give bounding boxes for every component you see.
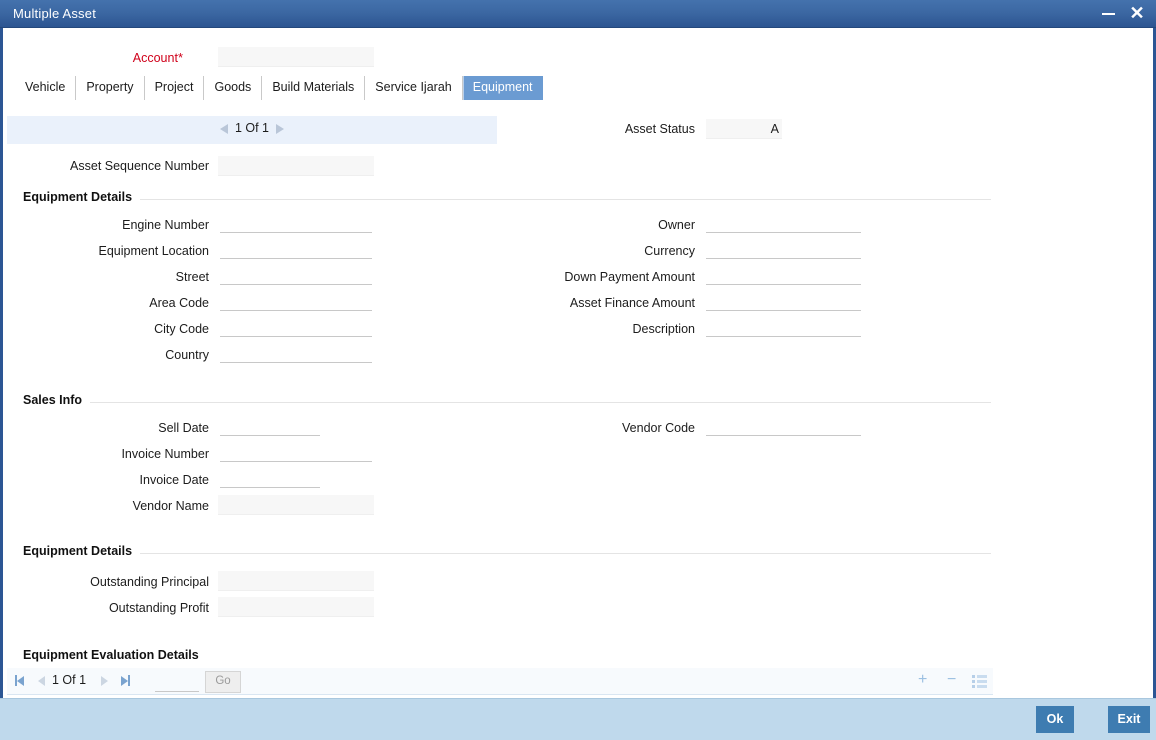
area-code-label: Area Code — [149, 296, 209, 310]
vendor-name-label: Vendor Name — [132, 499, 209, 513]
grid-page-input[interactable] — [155, 674, 199, 692]
section-title-equipment-details-2: Equipment Details — [23, 544, 141, 558]
owner-input[interactable] — [706, 215, 861, 233]
asset-type-tabbar: Vehicle Property Project Goods Build Mat… — [15, 76, 543, 100]
section-title-sales-info: Sales Info — [23, 393, 91, 407]
vendor-code-label: Vendor Code — [622, 421, 695, 435]
currency-label: Currency — [644, 244, 695, 258]
invoice-number-input[interactable] — [220, 444, 372, 462]
dialog-footer: Ok Exit — [0, 698, 1156, 740]
section-divider — [23, 553, 991, 554]
description-input[interactable] — [706, 319, 861, 337]
close-icon[interactable]: ✕ — [1124, 0, 1150, 28]
required-asterisk: * — [177, 50, 183, 65]
ok-button[interactable]: Ok — [1036, 706, 1074, 733]
record-pager: 1 Of 1 — [7, 116, 497, 144]
minimize-icon[interactable] — [1096, 0, 1122, 28]
section-equipment-details-top: Equipment Details — [23, 190, 991, 206]
tab-project[interactable]: Project — [145, 76, 205, 100]
section-divider — [23, 199, 991, 200]
street-label: Street — [175, 270, 209, 284]
section-equipment-evaluation-details: Equipment Evaluation Details — [23, 648, 991, 664]
equipment-location-label: Equipment Location — [98, 244, 210, 258]
section-title-equipment-evaluation-details: Equipment Evaluation Details — [23, 648, 207, 662]
city-code-input[interactable] — [220, 319, 372, 337]
vendor-code-input[interactable] — [706, 418, 861, 436]
asset-status-input[interactable] — [706, 119, 782, 139]
sell-date-input[interactable] — [220, 418, 320, 436]
asset-sequence-number-label: Asset Sequence Number — [70, 159, 209, 173]
asset-sequence-number-input[interactable] — [218, 156, 374, 176]
previous-page-icon[interactable] — [38, 673, 45, 687]
window-titlebar: Multiple Asset ✕ — [0, 0, 1156, 28]
tab-service-ijarah[interactable]: Service Ijarah — [365, 76, 463, 100]
invoice-number-label: Invoice Number — [121, 447, 209, 461]
outstanding-profit-label: Outstanding Profit — [108, 601, 209, 615]
add-row-button[interactable]: + — [918, 672, 927, 688]
tab-equipment[interactable]: Equipment — [462, 76, 543, 100]
last-page-icon[interactable] — [121, 673, 130, 687]
list-details-icon[interactable] — [972, 675, 987, 688]
country-input[interactable] — [220, 345, 372, 363]
exit-button[interactable]: Exit — [1108, 706, 1150, 733]
next-page-icon[interactable] — [101, 673, 108, 687]
outstanding-principal-label: Outstanding Principal — [90, 575, 209, 589]
record-next-icon[interactable] — [276, 123, 285, 134]
record-prev-icon[interactable] — [219, 123, 228, 134]
outstanding-principal-input[interactable] — [218, 571, 374, 591]
tab-goods[interactable]: Goods — [204, 76, 263, 100]
currency-input[interactable] — [706, 241, 861, 259]
grid-go-button[interactable]: Go — [205, 671, 241, 693]
invoice-date-label: Invoice Date — [139, 473, 209, 487]
street-input[interactable] — [220, 267, 372, 285]
invoice-date-input[interactable] — [220, 470, 320, 488]
account-label: Account* — [132, 50, 183, 65]
section-divider — [23, 402, 991, 403]
multiple-asset-window: Multiple Asset ✕ Account* Vehicle Proper… — [0, 0, 1156, 740]
sell-date-label: Sell Date — [158, 421, 209, 435]
area-code-input[interactable] — [220, 293, 372, 311]
city-code-label: City Code — [154, 322, 209, 336]
down-payment-amount-label: Down Payment Amount — [564, 270, 695, 284]
first-page-icon[interactable] — [15, 673, 24, 687]
description-label: Description — [632, 322, 695, 336]
remove-row-button[interactable]: − — [947, 672, 956, 688]
asset-finance-amount-label: Asset Finance Amount — [569, 296, 695, 310]
tab-vehicle[interactable]: Vehicle — [15, 76, 77, 100]
asset-status-label: Asset Status — [624, 122, 695, 136]
tab-build-materials[interactable]: Build Materials — [262, 76, 366, 100]
country-label: Country — [165, 348, 209, 362]
account-input[interactable] — [218, 47, 374, 67]
vendor-name-input[interactable] — [218, 495, 374, 515]
section-equipment-details-bottom: Equipment Details — [23, 544, 991, 560]
engine-number-label: Engine Number — [122, 218, 209, 232]
record-pager-text: 1 Of 1 — [234, 121, 270, 135]
window-title: Multiple Asset — [13, 6, 97, 21]
outstanding-profit-input[interactable] — [218, 597, 374, 617]
tab-property[interactable]: Property — [76, 76, 145, 100]
section-title-equipment-details: Equipment Details — [23, 190, 141, 204]
asset-finance-amount-input[interactable] — [706, 293, 861, 311]
section-sales-info: Sales Info — [23, 393, 991, 409]
down-payment-amount-input[interactable] — [706, 267, 861, 285]
equipment-location-input[interactable] — [220, 241, 372, 259]
grid-page-text: 1 Of 1 — [52, 673, 87, 687]
owner-label: Owner — [658, 218, 695, 232]
engine-number-input[interactable] — [220, 215, 372, 233]
evaluation-grid-toolbar: 1 Of 1 Go + − — [7, 668, 993, 695]
